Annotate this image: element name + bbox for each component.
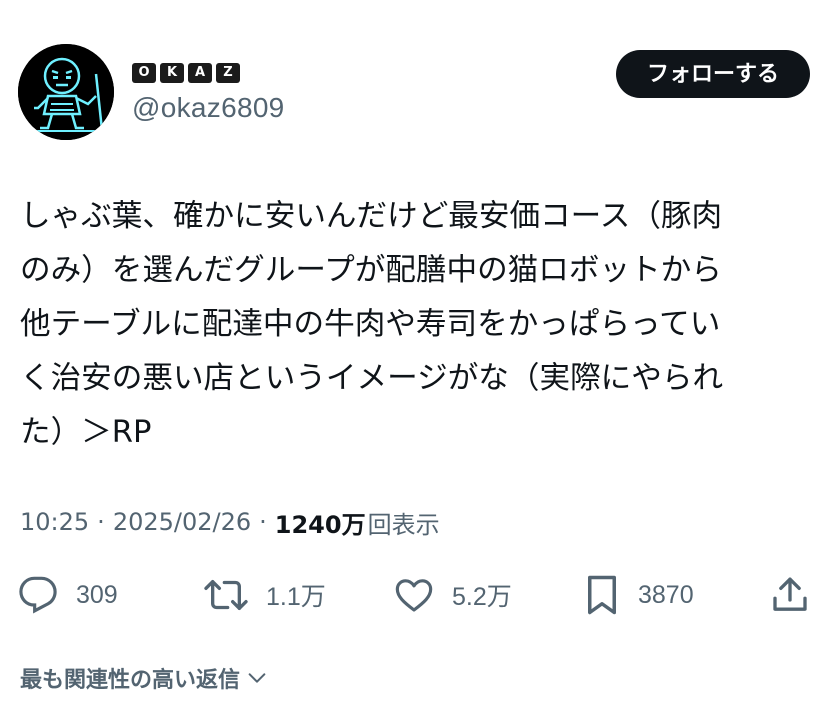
reply-bubble-icon	[19, 576, 57, 614]
display-name[interactable]: O K A Z	[132, 62, 285, 84]
pixel-robot-avatar-icon	[18, 44, 114, 140]
bookmark-count: 3870	[638, 580, 694, 609]
reply-count: 309	[76, 580, 118, 609]
tweet-text: しゃぶ葉、確かに安いんだけど最安価コース（豚肉 のみ）を選んだグループが配膳中の…	[20, 190, 810, 460]
share-button[interactable]	[770, 570, 810, 620]
meta-separator: ·	[97, 508, 105, 536]
display-name-letter: K	[160, 63, 184, 83]
user-handle[interactable]: @okaz6809	[132, 92, 285, 124]
retweet-button[interactable]: 1.1万	[204, 570, 326, 620]
views-count[interactable]: 1240万	[275, 505, 366, 540]
tweet-text-line: た）＞RP	[20, 415, 152, 450]
tweet-actions-bar: 309 1.1万 5.2万 3870	[18, 570, 812, 620]
tweet-text-line: しゃぶ葉、確かに安いんだけど最安価コース（豚肉	[20, 199, 723, 234]
chevron-down-icon	[248, 673, 266, 683]
tweet-text-line: 他テーブルに配達中の牛肉や寿司をかっぱらってい	[20, 307, 721, 342]
tweet-text-line: のみ）を選んだグループが配膳中の猫ロボットから	[20, 253, 722, 288]
heart-icon	[395, 579, 433, 612]
avatar[interactable]	[18, 44, 114, 140]
display-name-letter: O	[132, 63, 156, 83]
retweet-count: 1.1万	[266, 583, 326, 611]
tweet-header: O K A Z @okaz6809 フォローする	[18, 40, 810, 144]
bookmark-button[interactable]: 3870	[584, 570, 694, 620]
like-count: 5.2万	[452, 583, 512, 611]
follow-button[interactable]: フォローする	[616, 50, 810, 98]
meta-separator: ·	[259, 508, 267, 536]
reply-button[interactable]: 309	[18, 570, 118, 620]
tweet-detail: O K A Z @okaz6809 フォローする しゃぶ葉、確かに安いんだけど最…	[0, 0, 828, 720]
author-name-block[interactable]: O K A Z @okaz6809	[132, 62, 285, 124]
share-icon	[773, 577, 807, 611]
display-name-letter: A	[188, 63, 212, 83]
replies-sort-label: 最も関連性の高い返信	[20, 668, 241, 693]
tweet-meta: 10:25 · 2025/02/26 · 1240万 回表示	[20, 502, 440, 542]
retweet-icon	[204, 580, 248, 610]
replies-sort-dropdown[interactable]: 最も関連性の高い返信	[20, 660, 268, 696]
views-label: 回表示	[367, 510, 440, 539]
like-button[interactable]: 5.2万	[394, 570, 512, 620]
display-name-letter: Z	[216, 63, 240, 83]
tweet-date[interactable]: 2025/02/26	[113, 508, 251, 536]
bookmark-icon	[588, 575, 616, 615]
tweet-time[interactable]: 10:25	[20, 508, 89, 536]
tweet-text-line: く治安の悪い店というイメージがな（実際にやられ	[20, 361, 724, 396]
